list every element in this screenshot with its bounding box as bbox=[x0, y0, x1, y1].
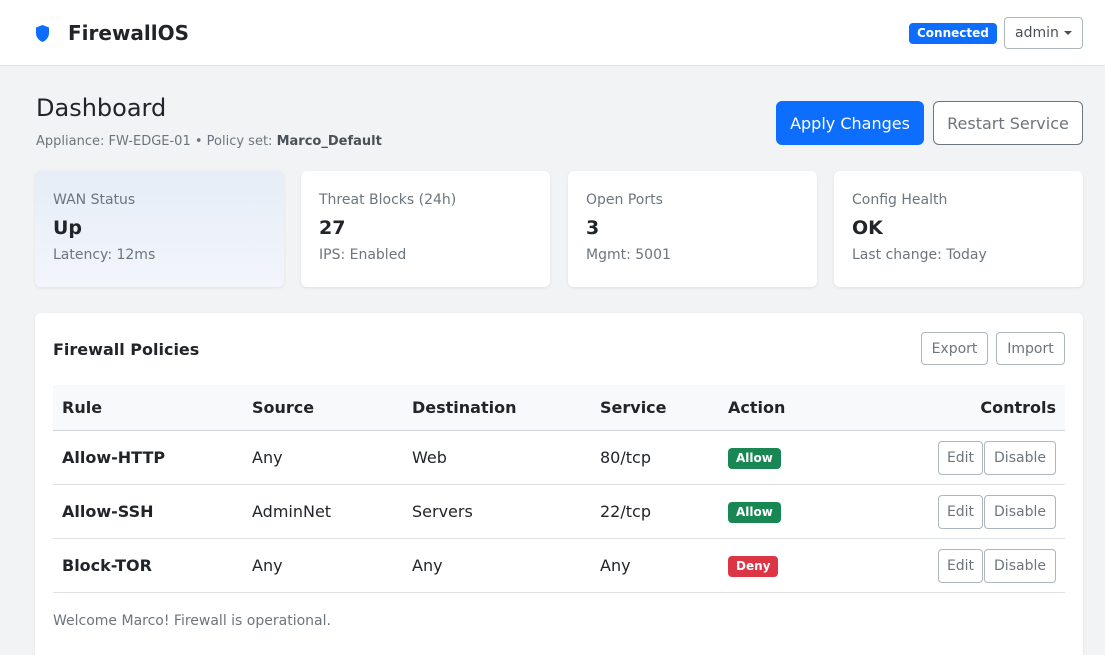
stat-sub: Latency: 12ms bbox=[53, 247, 156, 263]
welcome-message: Welcome Marco! Firewall is operational. bbox=[53, 613, 331, 629]
stat-card-ports: Open Ports 3 Mgmt: 5001 bbox=[568, 171, 817, 287]
action-badge: Allow bbox=[728, 502, 781, 523]
page-title: Dashboard bbox=[36, 94, 167, 122]
stat-card-config: Config Health OK Last change: Today bbox=[834, 171, 1083, 287]
stat-value: OK bbox=[852, 217, 883, 239]
export-button[interactable]: Export bbox=[921, 332, 988, 365]
policies-table: Rule Source Destination Service Action C… bbox=[53, 385, 1065, 593]
import-button[interactable]: Import bbox=[996, 332, 1065, 365]
table-row: Block-TOR Any Any Any Deny Edit Disable bbox=[53, 539, 1065, 593]
firewall-policies-card: Firewall Policies Export Import Rule Sou… bbox=[35, 313, 1083, 655]
column-header-action: Action bbox=[728, 398, 786, 417]
stat-card-threats: Threat Blocks (24h) 27 IPS: Enabled bbox=[301, 171, 550, 287]
stat-sub: Mgmt: 5001 bbox=[586, 247, 671, 263]
appliance-text: Appliance: FW-EDGE-01 • Policy set: bbox=[36, 134, 277, 149]
table-row: Allow-HTTP Any Web 80/tcp Allow Edit Dis… bbox=[53, 431, 1065, 485]
policy-set-name: Marco_Default bbox=[276, 134, 382, 149]
table-header: Rule Source Destination Service Action C… bbox=[53, 385, 1065, 431]
rule-service: Any bbox=[600, 556, 631, 575]
stat-label: WAN Status bbox=[53, 192, 136, 208]
rule-destination: Any bbox=[412, 556, 443, 575]
action-badge: Allow bbox=[728, 448, 781, 469]
rule-name: Block-TOR bbox=[62, 556, 152, 575]
stat-label: Open Ports bbox=[586, 192, 663, 208]
disable-rule-button[interactable]: Disable bbox=[984, 549, 1056, 583]
stat-sub: Last change: Today bbox=[852, 247, 987, 263]
table-row: Allow-SSH AdminNet Servers 22/tcp Allow … bbox=[53, 485, 1065, 539]
apply-changes-button[interactable]: Apply Changes bbox=[776, 101, 924, 145]
rule-service: 80/tcp bbox=[600, 448, 651, 467]
column-header-rule: Rule bbox=[62, 398, 103, 417]
user-menu-button[interactable]: admin bbox=[1004, 17, 1083, 49]
edit-rule-button[interactable]: Edit bbox=[938, 441, 983, 475]
disable-rule-button[interactable]: Disable bbox=[984, 495, 1056, 529]
edit-rule-button[interactable]: Edit bbox=[938, 495, 983, 529]
disable-rule-button[interactable]: Disable bbox=[984, 441, 1056, 475]
connection-status-badge: Connected bbox=[909, 23, 997, 44]
stat-value: Up bbox=[53, 217, 83, 239]
shield-icon bbox=[36, 24, 49, 42]
policies-title: Firewall Policies bbox=[53, 340, 200, 359]
stat-sub: IPS: Enabled bbox=[319, 247, 407, 263]
brand[interactable]: FirewallOS bbox=[36, 18, 189, 48]
column-header-source: Source bbox=[252, 398, 315, 417]
stat-value: 27 bbox=[319, 217, 346, 239]
action-badge: Deny bbox=[728, 556, 779, 577]
column-header-controls: Controls bbox=[980, 398, 1056, 417]
chevron-down-icon bbox=[1064, 31, 1072, 35]
stat-label: Config Health bbox=[852, 192, 948, 208]
rule-destination: Web bbox=[412, 448, 447, 467]
rule-destination: Servers bbox=[412, 502, 473, 521]
user-menu-label: admin bbox=[1015, 25, 1059, 41]
rule-name: Allow-HTTP bbox=[62, 448, 166, 467]
stat-value: 3 bbox=[586, 217, 600, 239]
rule-source: AdminNet bbox=[252, 502, 332, 521]
column-header-service: Service bbox=[600, 398, 667, 417]
appliance-subtitle: Appliance: FW-EDGE-01 • Policy set: Marc… bbox=[36, 134, 382, 149]
column-header-destination: Destination bbox=[412, 398, 517, 417]
rule-source: Any bbox=[252, 448, 283, 467]
brand-name: FirewallOS bbox=[68, 21, 190, 45]
rule-source: Any bbox=[252, 556, 283, 575]
stat-label: Threat Blocks (24h) bbox=[319, 192, 457, 208]
edit-rule-button[interactable]: Edit bbox=[938, 549, 983, 583]
top-navbar: FirewallOS Connected admin bbox=[0, 0, 1105, 66]
rule-name: Allow-SSH bbox=[62, 502, 154, 521]
stat-card-wan: WAN Status Up Latency: 12ms bbox=[35, 171, 284, 287]
rule-service: 22/tcp bbox=[600, 502, 651, 521]
restart-service-button[interactable]: Restart Service bbox=[933, 101, 1083, 145]
